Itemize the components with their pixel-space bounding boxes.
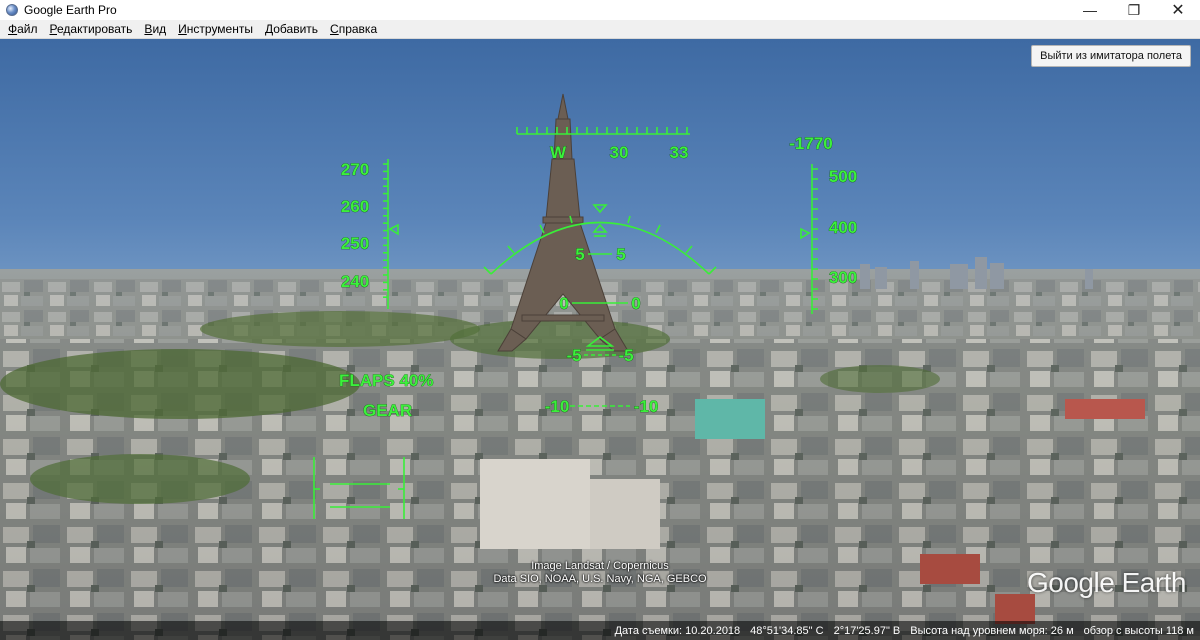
- window-title: Google Earth Pro: [24, 3, 117, 17]
- heading-tape: W 30 33: [516, 127, 690, 162]
- bank-angle-arc: [483, 204, 717, 275]
- pitch-label-left: -10: [545, 397, 570, 416]
- pitch-label-left: 0: [559, 294, 568, 313]
- menu-edit[interactable]: Редактировать: [44, 20, 139, 38]
- airspeed-pointer: [388, 223, 399, 236]
- close-button[interactable]: ✕: [1156, 0, 1200, 20]
- menu-tools[interactable]: Инструменты: [172, 20, 259, 38]
- bank-pointer-icon: [592, 204, 608, 214]
- latitude-readout: 48°51'34.85" С: [750, 624, 824, 637]
- altitude-label: 400: [829, 218, 857, 237]
- google-earth-app-icon: [6, 4, 18, 16]
- imagery-attribution: Image Landsat / Copernicus Data SIO, NOA…: [460, 560, 740, 586]
- flight-simulator-hud: W 30 33 270 260 250 240 -1770 500 400 30…: [313, 127, 857, 519]
- pitch-ladder: 5 5 0 0 -5 -5 -10 -10: [544, 245, 659, 417]
- longitude-readout: 2°17'25.97" В: [833, 624, 901, 637]
- pitch-label-right: 5: [616, 245, 625, 264]
- attribution-data: Data SIO, NOAA, U.S. Navy, NGA, GEBCO: [493, 573, 707, 585]
- throttle-box: [313, 457, 405, 519]
- roll-indicator-icon: [592, 223, 608, 233]
- exit-flight-simulator-button[interactable]: Выйти из имитатора полета: [1031, 45, 1191, 67]
- menu-help[interactable]: Справка: [324, 20, 383, 38]
- altitude-pointer: [800, 227, 811, 240]
- altitude-label: 300: [829, 268, 857, 287]
- pitch-label-right: -10: [634, 397, 659, 416]
- pitch-label-left: 5: [575, 245, 584, 264]
- eye-altitude-readout: обзор с высоты 118 м: [1083, 624, 1194, 637]
- airspeed-label: 240: [341, 272, 369, 291]
- airspeed-label: 260: [341, 197, 369, 216]
- attribution-imagery: Image Landsat / Copernicus: [531, 560, 669, 572]
- heading-label: 30: [610, 143, 629, 162]
- imagery-date: Дата съемки: 10.20.2018: [614, 624, 741, 637]
- elevation-readout: Высота над уровнем моря: 26 м: [910, 624, 1074, 637]
- vertical-speed-readout: -1770: [789, 134, 832, 153]
- pitch-label-right: 0: [631, 294, 640, 313]
- gear-indicator: GEAR: [363, 401, 412, 420]
- google-earth-logo: Google Earth: [1027, 567, 1187, 598]
- flight-path-marker-icon: [585, 336, 615, 347]
- altitude-label: 500: [829, 167, 857, 186]
- heading-label: W: [550, 143, 567, 162]
- menu-view[interactable]: Вид: [138, 20, 172, 38]
- airspeed-tape: 270 260 250 240: [341, 159, 399, 309]
- heading-label: 33: [670, 143, 689, 162]
- 3d-map-viewport[interactable]: W 30 33 270 260 250 240 -1770 500 400 30…: [0, 39, 1200, 640]
- status-bar: Дата съемки: 10.20.2018 48°51'34.85" С 2…: [0, 621, 1200, 640]
- menu-file[interactable]: Файл: [0, 20, 44, 38]
- flaps-indicator: FLAPS 40%: [339, 371, 433, 390]
- menu-add[interactable]: Добавить: [259, 20, 324, 38]
- minimize-button[interactable]: —: [1068, 0, 1112, 20]
- airspeed-label: 250: [341, 234, 369, 253]
- altitude-tape: -1770 500 400 300: [789, 134, 857, 314]
- menu-bar: Файл Редактировать Вид Инструменты Добав…: [0, 20, 1200, 39]
- title-bar: Google Earth Pro — ❐ ✕: [0, 0, 1200, 20]
- maximize-button[interactable]: ❐: [1112, 0, 1156, 20]
- airspeed-label: 270: [341, 160, 369, 179]
- pitch-label-left: -5: [566, 346, 581, 365]
- pitch-label-right: -5: [618, 346, 633, 365]
